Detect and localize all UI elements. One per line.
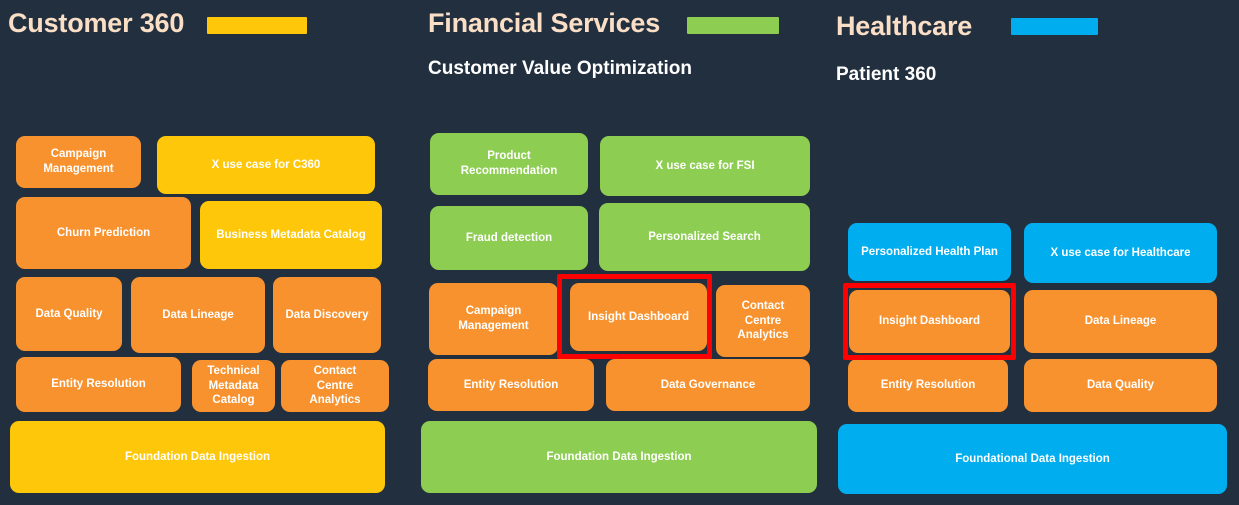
tile-customer-360-data-lineage[interactable]: Data Lineage xyxy=(131,277,265,353)
solution-architecture-board: Customer 360 Financial Services Customer V… xyxy=(0,0,1239,505)
tile-customer-360-x-use-case-for-c360[interactable]: X use case for C360 xyxy=(157,136,375,194)
tile-healthcare-data-quality[interactable]: Data Quality xyxy=(1024,359,1217,412)
column-header-healthcare: Healthcare Patient 360 xyxy=(0,0,1239,120)
tile-customer-360-contact-centre-analytics[interactable]: Contact Centre Analytics xyxy=(281,360,389,412)
column-subtitle-healthcare: Patient 360 xyxy=(836,64,937,85)
tile-financial-services-contact-centre-analytics[interactable]: Contact Centre Analytics xyxy=(716,285,810,357)
tile-financial-services-campaign-management[interactable]: Campaign Management xyxy=(429,283,558,355)
tile-customer-360-entity-resolution[interactable]: Entity Resolution xyxy=(16,357,181,412)
tile-financial-services-foundation-data-ingestion[interactable]: Foundation Data Ingestion xyxy=(421,421,817,493)
tile-customer-360-data-quality[interactable]: Data Quality xyxy=(16,277,122,351)
tile-customer-360-technical-metadata-catalog[interactable]: Technical Metadata Catalog xyxy=(192,360,275,412)
tile-financial-services-data-governance[interactable]: Data Governance xyxy=(606,359,810,411)
tile-healthcare-foundational-data-ingestion[interactable]: Foundational Data Ingestion xyxy=(838,424,1227,494)
tile-customer-360-data-discovery[interactable]: Data Discovery xyxy=(273,277,381,353)
column-title-healthcare: Healthcare xyxy=(836,11,973,41)
tile-customer-360-churn-prediction[interactable]: Churn Prediction xyxy=(16,197,191,269)
tile-customer-360-campaign-management[interactable]: Campaign Management xyxy=(16,136,141,188)
legend-swatch-healthcare xyxy=(1011,18,1098,35)
tile-financial-services-x-use-case-for-fsi[interactable]: X use case for FSI xyxy=(600,136,810,196)
tile-customer-360-business-metadata-catalog[interactable]: Business Metadata Catalog xyxy=(200,201,382,269)
tile-healthcare-entity-resolution[interactable]: Entity Resolution xyxy=(848,359,1008,412)
tile-healthcare-data-lineage[interactable]: Data Lineage xyxy=(1024,290,1217,353)
tile-financial-services-entity-resolution[interactable]: Entity Resolution xyxy=(428,359,594,411)
tile-healthcare-personalized-health-plan[interactable]: Personalized Health Plan xyxy=(848,223,1011,281)
tile-financial-services-product-recommendation[interactable]: Product Recommendation xyxy=(430,133,588,195)
tile-financial-services-fraud-detection[interactable]: Fraud detection xyxy=(430,206,588,270)
tile-financial-services-personalized-search[interactable]: Personalized Search xyxy=(599,203,810,271)
tile-healthcare-x-use-case-for-healthcare[interactable]: X use case for Healthcare xyxy=(1024,223,1217,283)
tile-healthcare-insight-dashboard[interactable]: Insight Dashboard xyxy=(849,290,1010,353)
tile-customer-360-foundation-data-ingestion[interactable]: Foundation Data Ingestion xyxy=(10,421,385,493)
tile-financial-services-insight-dashboard[interactable]: Insight Dashboard xyxy=(570,283,707,351)
